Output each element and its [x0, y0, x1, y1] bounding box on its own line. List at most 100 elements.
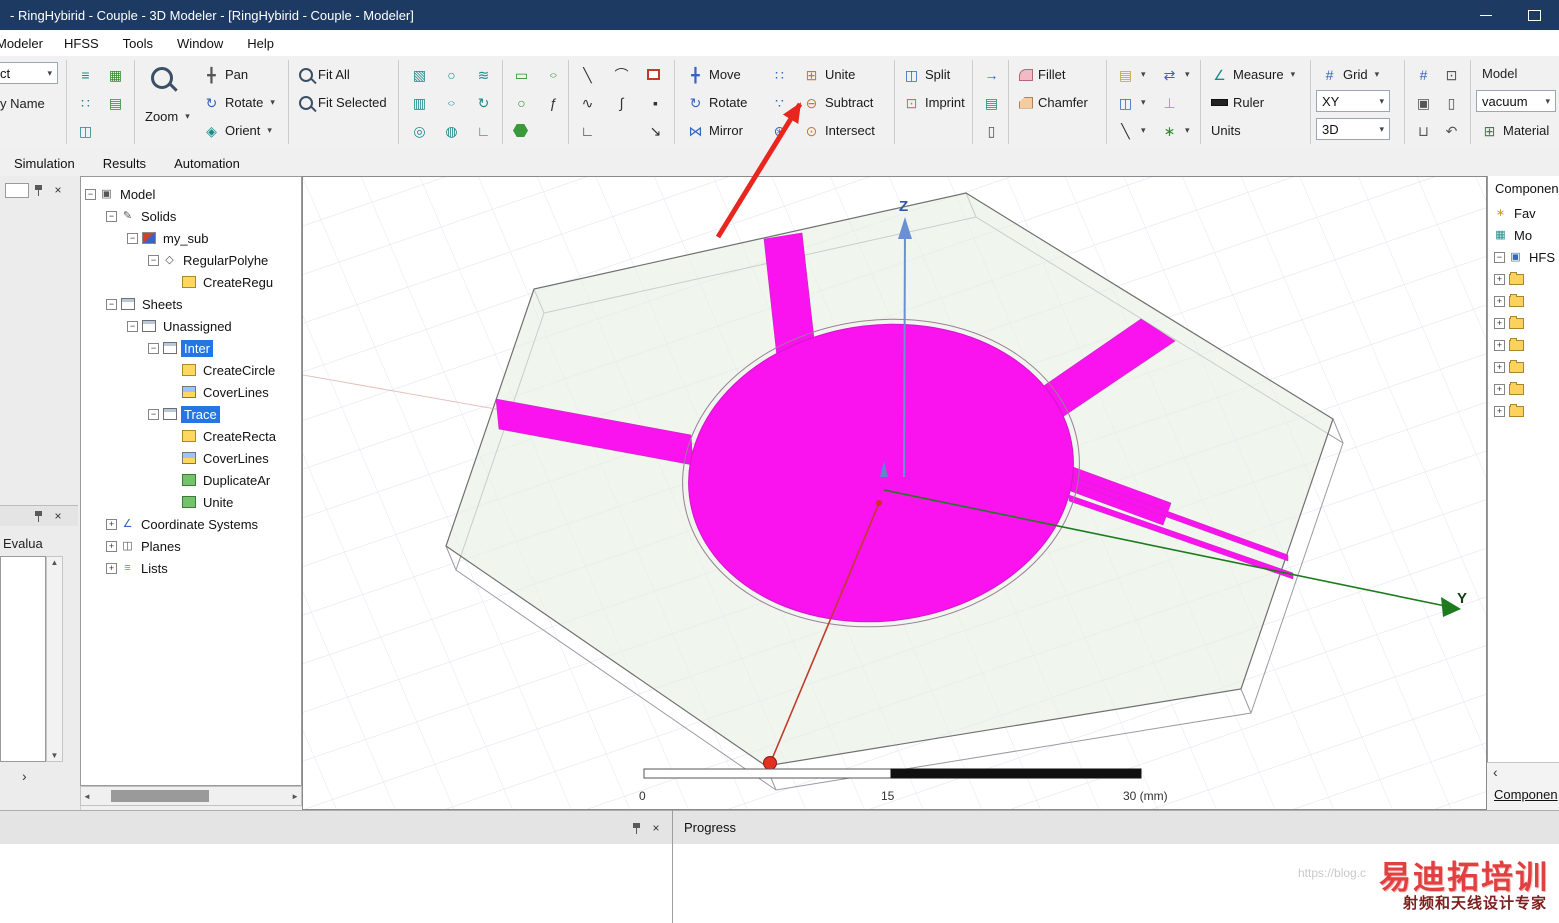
fit-all-button[interactable]: Fit All — [294, 62, 355, 87]
modeler-quick-icon-1[interactable]: ≡ — [72, 62, 99, 87]
tree-item-createrectangle[interactable]: CreateRecta — [81, 425, 301, 447]
draw-line-button[interactable]: ╲ — [574, 62, 601, 87]
pin-icon[interactable] — [34, 184, 43, 196]
modeler-quick-icon-2[interactable]: ▦ — [102, 62, 129, 87]
fit-selected-button[interactable]: Fit Selected — [294, 90, 392, 115]
view-window-button[interactable]: ▣ — [1410, 90, 1437, 115]
undo-view-button[interactable]: ↶ — [1438, 118, 1465, 143]
component-folder-4[interactable]: + — [1488, 334, 1559, 356]
split-button[interactable]: ◫ Split — [898, 62, 955, 87]
zoom-button[interactable] — [146, 62, 178, 94]
close-icon[interactable]: × — [51, 183, 65, 197]
expand-toggle[interactable]: + — [1494, 295, 1505, 307]
component-folder-1[interactable]: + — [1488, 268, 1559, 290]
value-list[interactable] — [0, 556, 46, 762]
component-item-models[interactable]: ▦ Mo — [1488, 224, 1559, 246]
tree-item-inter[interactable]: − Inter — [81, 337, 301, 359]
modeler-quick-icon-4[interactable]: ▤ — [102, 90, 129, 115]
chamfer-button[interactable]: Chamfer — [1014, 90, 1093, 115]
movement-mode-combo[interactable]: 3D ▾ — [1316, 118, 1390, 140]
close-icon[interactable]: × — [649, 821, 663, 835]
mirror-button[interactable]: ⋈ Mirror — [682, 118, 748, 143]
tree-item-unite[interactable]: Unite — [81, 491, 301, 513]
component-folder-2[interactable]: + — [1488, 290, 1559, 312]
expand-right-icon[interactable]: › — [22, 768, 27, 784]
drawing-plane-combo[interactable]: XY ▾ — [1316, 90, 1390, 112]
component-folder-5[interactable]: + — [1488, 356, 1559, 378]
snap-center-button[interactable]: ⊡ — [1438, 62, 1465, 87]
material-combo[interactable]: vacuum ▾ — [1476, 90, 1556, 112]
expand-toggle[interactable]: − — [148, 254, 159, 266]
tree-item-trace[interactable]: − Trace — [81, 403, 301, 425]
minimize-button[interactable] — [1475, 6, 1497, 24]
component-bottom-tab[interactable]: Componen — [1494, 787, 1558, 802]
menu-hfss[interactable]: HFSS — [52, 30, 111, 56]
boundary-dropdown[interactable]: ▤ ▾ — [1112, 62, 1151, 87]
draw-equation-button[interactable]: ƒ — [540, 90, 567, 115]
goto-history-button[interactable]: → — [978, 62, 1005, 87]
draw-spiral-button[interactable]: ↻ — [470, 90, 497, 115]
ruler-button[interactable]: Ruler — [1206, 90, 1269, 115]
sweep-button[interactable]: ↘ — [642, 118, 669, 143]
modeler-3d-viewport[interactable]: Z Y 0 15 30 (mm) — [302, 176, 1487, 810]
duplicate-line-button[interactable]: ∷ — [766, 62, 793, 87]
line-type-dropdown[interactable]: ╲ ▾ — [1112, 118, 1151, 143]
orient-dropdown[interactable]: ◈ Orient ▾ — [198, 118, 277, 143]
expand-toggle[interactable]: − — [148, 408, 159, 420]
draw-cylinder-button[interactable]: ▥ — [406, 90, 433, 115]
expand-toggle[interactable]: + — [106, 518, 117, 530]
expand-toggle[interactable]: − — [127, 320, 138, 332]
draw-torus-button[interactable]: ◎ — [406, 118, 433, 143]
menu-modeler[interactable]: Modeler — [0, 30, 52, 56]
view-single-button[interactable]: ▯ — [1438, 90, 1465, 115]
unite-button[interactable]: ⊞ Unite — [798, 62, 860, 87]
units-button[interactable]: Units — [1206, 118, 1246, 143]
draw-circle-button[interactable]: ○ — [508, 90, 535, 115]
tree-item-solids[interactable]: − ✎ Solids — [81, 205, 301, 227]
component-folder-6[interactable]: + — [1488, 378, 1559, 400]
zoom-dropdown[interactable]: Zoom ▾ — [140, 104, 195, 129]
move-button[interactable]: ╋ Move — [682, 62, 746, 87]
component-item-favorites[interactable]: ∗ Fav — [1488, 202, 1559, 224]
expand-toggle[interactable]: + — [1494, 317, 1505, 329]
draw-box-button[interactable]: ▧ — [406, 62, 433, 87]
pin-icon[interactable] — [34, 510, 43, 522]
expand-toggle[interactable]: − — [127, 232, 138, 244]
page-button[interactable]: ▯ — [978, 118, 1005, 143]
grid-settings-button[interactable]: # — [1410, 62, 1437, 87]
point-button[interactable]: ▪ — [642, 90, 669, 115]
pin-icon[interactable] — [632, 822, 641, 834]
expand-toggle[interactable]: + — [1494, 361, 1505, 373]
align-dropdown[interactable]: ⇄ ▾ — [1156, 62, 1195, 87]
axis-tool-button[interactable]: ⊥ — [1156, 90, 1183, 115]
scroll-up-icon[interactable]: ▲ — [51, 558, 59, 567]
tree-item-coverlines-2[interactable]: CoverLines — [81, 447, 301, 469]
draw-regular-polygon-button[interactable] — [508, 118, 533, 143]
measure-dropdown[interactable]: ∠ Measure ▾ — [1206, 62, 1300, 87]
region-button[interactable] — [642, 62, 665, 87]
rotate-view-dropdown[interactable]: ↻ Rotate ▾ — [198, 90, 280, 115]
tree-item-coordinate-systems[interactable]: + ∠ Coordinate Systems — [81, 513, 301, 535]
expand-toggle[interactable]: − — [106, 210, 117, 222]
menu-window[interactable]: Window — [165, 30, 235, 56]
draw-arc-button[interactable]: ⌒ — [608, 62, 635, 87]
tree-item-planes[interactable]: + ◫ Planes — [81, 535, 301, 557]
tab-simulation[interactable]: Simulation — [0, 150, 89, 176]
vertical-scrollbar[interactable]: ▲ ▼ — [46, 556, 63, 762]
tree-item-duplicatearound[interactable]: DuplicateAr — [81, 469, 301, 491]
draw-ellipsoid-button[interactable]: ○ — [438, 90, 465, 115]
tab-results[interactable]: Results — [89, 150, 160, 176]
scroll-left-icon[interactable]: ◄ — [83, 792, 91, 801]
tree-item-my-sub[interactable]: − my_sub — [81, 227, 301, 249]
tree-item-coverlines-1[interactable]: CoverLines — [81, 381, 301, 403]
draw-spline-button[interactable]: ∿ — [574, 90, 601, 115]
expand-toggle[interactable]: + — [1494, 405, 1505, 417]
close-icon[interactable]: × — [51, 509, 65, 523]
tab-automation[interactable]: Automation — [160, 150, 254, 176]
modeler-quick-icon-5[interactable]: ◫ — [72, 118, 99, 143]
subtract-button[interactable]: ⊖ Subtract — [798, 90, 878, 115]
rotate-edit-button[interactable]: ↻ Rotate — [682, 90, 752, 115]
tree-horizontal-scrollbar[interactable]: ◄ ► — [80, 786, 302, 806]
material-button[interactable]: ⊞ Material — [1476, 118, 1554, 143]
draw-polyline-button[interactable]: ∟ — [574, 118, 601, 143]
